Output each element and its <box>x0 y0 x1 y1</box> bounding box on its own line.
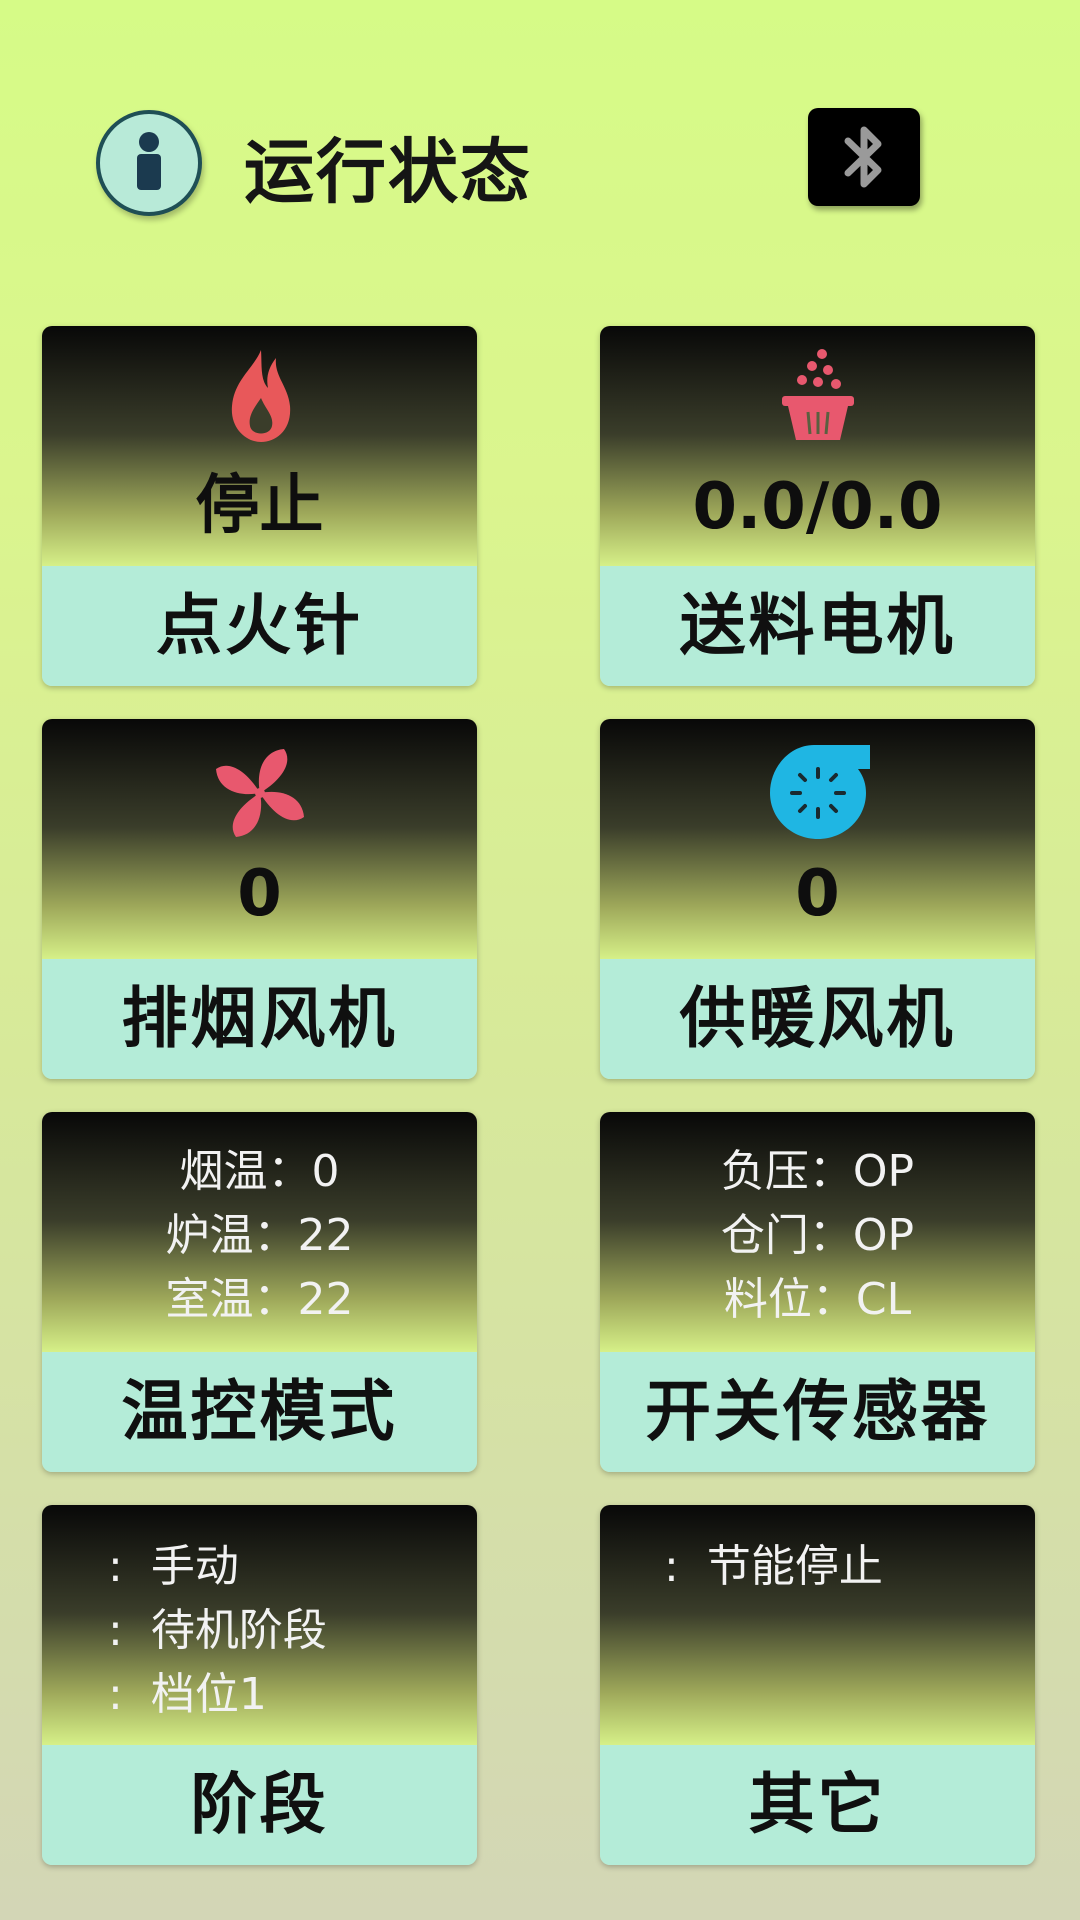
hopper-door-status: 仓门：OP <box>720 1210 915 1261</box>
header: 运行状态 <box>0 0 1080 300</box>
heating-fan-card[interactable]: 0 供暖风机 <box>600 719 1035 1079</box>
avatar-button[interactable] <box>96 110 202 216</box>
igniter-label: 点火针 <box>156 587 363 664</box>
negative-pressure-status: 负压：OP <box>720 1146 915 1197</box>
switch-sensor-label: 开关传感器 <box>645 1373 990 1450</box>
igniter-card[interactable]: 停止 点火针 <box>42 326 477 686</box>
feeder-motor-value: 0.0/0.0 <box>692 470 943 544</box>
stage-details: : 手动 : 待机阶段 : 档位1 <box>108 1535 327 1727</box>
bluetooth-icon <box>844 126 882 188</box>
mode-value: 手动 <box>150 1541 239 1592</box>
stage-card[interactable]: : 手动 : 待机阶段 : 档位1 阶段 <box>42 1505 477 1865</box>
exhaust-fan-card[interactable]: 0 排烟风机 <box>42 719 477 1079</box>
room-temperature: 室温：22 <box>165 1274 354 1325</box>
furnace-temperature: 炉温：22 <box>165 1210 354 1261</box>
feeder-motor-label: 送料电机 <box>679 587 956 664</box>
fan-icon <box>216 749 304 837</box>
heating-fan-value: 0 <box>795 857 840 931</box>
sensor-readings: 负压：OP 仓门：OP 料位：CL <box>600 1140 1035 1332</box>
energy-saving-line: : 节能停止 <box>664 1541 883 1592</box>
other-label: 其它 <box>748 1766 887 1843</box>
temperature-control-label: 温控模式 <box>121 1373 398 1450</box>
heating-fan-label: 供暖风机 <box>679 980 956 1057</box>
gear-line: : 档位1 <box>108 1669 267 1720</box>
phase-value: 待机阶段 <box>150 1605 327 1656</box>
exhaust-fan-label: 排烟风机 <box>121 980 398 1057</box>
flame-icon <box>231 350 291 442</box>
stage-label: 阶段 <box>190 1766 329 1843</box>
bluetooth-button[interactable] <box>808 108 920 206</box>
temperature-readings: 烟温：0 炉温：22 室温：22 <box>42 1140 477 1332</box>
exhaust-fan-value: 0 <box>237 857 282 931</box>
feeder-motor-card[interactable]: 0.0/0.0 送料电机 <box>600 326 1035 686</box>
other-details: : 节能停止 <box>664 1535 883 1599</box>
switch-sensor-card[interactable]: 负压：OP 仓门：OP 料位：CL 开关传感器 <box>600 1112 1035 1472</box>
user-icon <box>137 132 161 190</box>
mode-line: : 手动 <box>108 1541 239 1592</box>
gear-value: 档位1 <box>150 1669 267 1720</box>
page-title: 运行状态 <box>244 131 532 213</box>
fuel-level-status: 料位：CL <box>723 1274 912 1325</box>
energy-saving-value: 节能停止 <box>706 1541 883 1592</box>
flue-temperature: 烟温：0 <box>179 1146 340 1197</box>
basket-icon <box>782 349 854 440</box>
temperature-control-card[interactable]: 烟温：0 炉温：22 室温：22 温控模式 <box>42 1112 477 1472</box>
other-card[interactable]: : 节能停止 其它 <box>600 1505 1035 1865</box>
blower-icon <box>770 745 870 839</box>
phase-line: : 待机阶段 <box>108 1605 327 1656</box>
igniter-status: 停止 <box>195 469 324 543</box>
